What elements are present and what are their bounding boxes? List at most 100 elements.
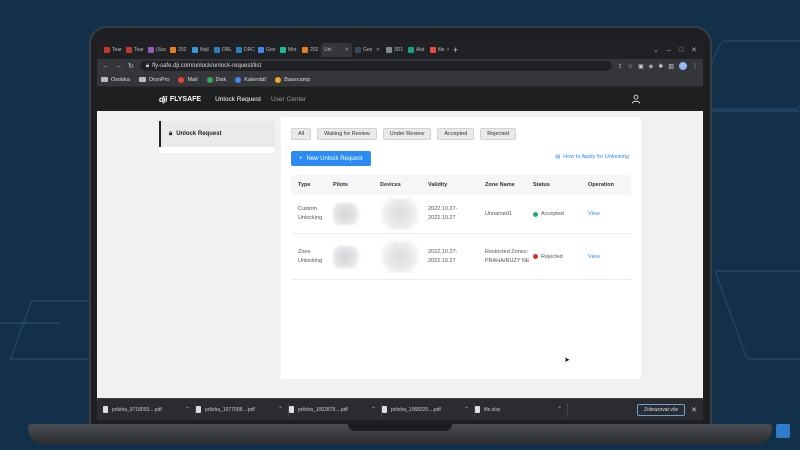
- plus-icon: +: [299, 155, 303, 162]
- share-icon[interactable]: ⇪: [618, 63, 623, 70]
- cell-status: Accepted: [533, 211, 588, 217]
- cross-circle-icon: [533, 254, 538, 259]
- filter-waiting-for-review[interactable]: Waiting for Review: [317, 128, 377, 140]
- tab-favicon: [104, 47, 110, 53]
- download-item[interactable]: priloha_1002879....pdf ⌃: [289, 402, 382, 417]
- browser-tab[interactable]: DRL✕: [211, 43, 233, 57]
- tab-label: Tear: [134, 47, 144, 53]
- address-toolbar: ← → ↻ 🔒︎ fly-safe.dji.com/unlock/unlock-…: [97, 59, 703, 73]
- browser-tab[interactable]: DRC✕: [233, 43, 255, 57]
- how-to-apply-link[interactable]: ▤ How to Apply for Unlocking: [555, 154, 629, 160]
- browser-tab[interactable]: 3D1✕: [383, 43, 405, 57]
- browser-tab[interactable]: 202✕: [167, 43, 189, 57]
- dji-logo-mark: dji: [159, 94, 167, 104]
- lock-icon: 🔒︎: [145, 62, 150, 69]
- chevron-up-icon[interactable]: ⌃: [464, 406, 469, 413]
- chevron-up-icon[interactable]: ⌃: [371, 406, 376, 413]
- bookmark-item[interactable]: Mail: [178, 76, 198, 83]
- filter-accepted[interactable]: Accepted: [437, 128, 475, 140]
- download-item[interactable]: priloha_1068320....pdf ⌃: [382, 402, 475, 417]
- calendar-icon: [235, 76, 242, 83]
- cell-validity: 2022.10.27- 2022.10.27: [428, 248, 485, 266]
- flysafe-logo[interactable]: dji FLYSAFE: [159, 95, 201, 104]
- filter-rejected[interactable]: Rejected: [480, 128, 516, 140]
- puzzle-icon[interactable]: ✱: [658, 63, 663, 70]
- maximize-icon[interactable]: □: [679, 47, 683, 54]
- close-icon[interactable]: ✕: [446, 47, 449, 53]
- url-bar[interactable]: 🔒︎ fly-safe.dji.com/unlock/unlock-reques…: [139, 61, 612, 71]
- bookmark-item[interactable]: Disk: [206, 76, 226, 83]
- bookmark-label: DronPro: [148, 76, 170, 83]
- browser-tab[interactable]: Alst✕: [405, 43, 427, 57]
- tab-favicon: [302, 47, 308, 53]
- bookmark-item[interactable]: DronPro: [138, 76, 170, 83]
- filter-under-review[interactable]: Under Review: [382, 128, 432, 140]
- sidebar-item-unlock-request[interactable]: 🔒︎ Unlock Request: [159, 121, 275, 147]
- chevron-up-icon[interactable]: ⌃: [185, 406, 190, 413]
- extension-icon[interactable]: ◈: [649, 63, 654, 70]
- column-header: Status: [533, 182, 550, 188]
- redaction-blur: [380, 198, 420, 230]
- logo-text: FLYSAFE: [169, 95, 202, 103]
- sidepanel-icon[interactable]: ▥: [668, 63, 674, 70]
- unlock-request-table: Type Pilots Devices Validity Zone Name S…: [291, 175, 631, 280]
- browser-tab[interactable]: file ✕: [427, 43, 449, 57]
- validity-start: 2022.10.27-: [428, 206, 458, 212]
- cell-type: Custom Unlocking: [298, 206, 323, 221]
- tab-label: 3D1: [394, 47, 404, 53]
- new-unlock-request-button[interactable]: + New Unlock Request: [291, 151, 371, 166]
- browser-tab[interactable]: (Soc✕: [145, 43, 167, 57]
- bookmark-item[interactable]: Basecamp: [275, 76, 310, 83]
- nav-user-center[interactable]: User Center: [271, 96, 306, 103]
- browser-tab[interactable]: Goo✕: [255, 43, 277, 57]
- minimize-icon[interactable]: –: [667, 47, 671, 54]
- close-icon[interactable]: ✕: [345, 47, 349, 53]
- table-header: Type Pilots Devices Validity Zone Name S…: [291, 175, 631, 195]
- chevron-up-icon[interactable]: ⌃: [557, 406, 562, 413]
- tab-label: Unl: [324, 47, 332, 53]
- profile-avatar[interactable]: A: [679, 62, 687, 70]
- download-filename: priloha_1002879....pdf: [298, 406, 348, 413]
- menu-icon[interactable]: ⋮: [692, 63, 698, 70]
- back-icon[interactable]: ←: [102, 63, 109, 70]
- download-item[interactable]: priloha_9718093....pdf ⌃: [103, 402, 196, 417]
- download-item[interactable]: priloha_1077008....pdf ⌃: [196, 402, 289, 417]
- tab-favicon: [430, 47, 436, 53]
- show-all-downloads-button[interactable]: Zobrazovat vše: [636, 403, 686, 416]
- browser-tab[interactable]: Nejl✕: [189, 43, 211, 57]
- download-filename: priloha_9718093....pdf: [112, 406, 162, 413]
- column-header: Devices: [380, 182, 401, 188]
- bookmark-item[interactable]: Osobka: [101, 77, 130, 83]
- column-header: Validity: [428, 181, 448, 188]
- tab-label: Nejl: [200, 47, 209, 53]
- star-icon[interactable]: ☆: [628, 63, 633, 70]
- nav-unlock-request[interactable]: Unlock Request: [215, 96, 261, 103]
- download-filename: file.xlsx: [484, 406, 501, 413]
- tab-search-icon[interactable]: ⌄: [653, 46, 659, 54]
- browser-tab[interactable]: Mot✕: [277, 43, 299, 57]
- mouse-cursor-icon: ➤: [564, 357, 570, 364]
- download-item[interactable]: file.xlsx ⌃: [475, 402, 568, 417]
- user-icon[interactable]: [631, 94, 641, 104]
- view-link[interactable]: View: [588, 254, 628, 260]
- browser-tab[interactable]: Tear✕: [101, 43, 123, 57]
- browser-tab[interactable]: Tear✕: [123, 43, 145, 57]
- tab-favicon: [192, 47, 198, 53]
- reload-icon[interactable]: ↻: [128, 62, 134, 70]
- new-tab-icon[interactable]: +: [453, 45, 458, 55]
- browser-tab[interactable]: Geo ✕: [352, 43, 383, 57]
- file-icon: [382, 406, 387, 413]
- filter-all[interactable]: All: [291, 128, 312, 140]
- browser-tab[interactable]: 202✕: [299, 43, 321, 57]
- extension-icon[interactable]: ▣: [638, 63, 644, 70]
- view-link[interactable]: View: [588, 211, 628, 217]
- status-filters: All Waiting for Review Under Review Acce…: [291, 128, 516, 140]
- close-window-icon[interactable]: ✕: [691, 46, 697, 54]
- chevron-up-icon[interactable]: ⌃: [278, 406, 283, 413]
- close-icon[interactable]: ✕: [691, 406, 697, 414]
- forward-icon[interactable]: →: [115, 63, 122, 70]
- browser-tab-active[interactable]: Unl ✕: [321, 43, 352, 57]
- column-header: Zone Name: [485, 181, 515, 188]
- bookmark-item[interactable]: Kalendář: [235, 76, 266, 83]
- close-icon[interactable]: ✕: [376, 47, 380, 53]
